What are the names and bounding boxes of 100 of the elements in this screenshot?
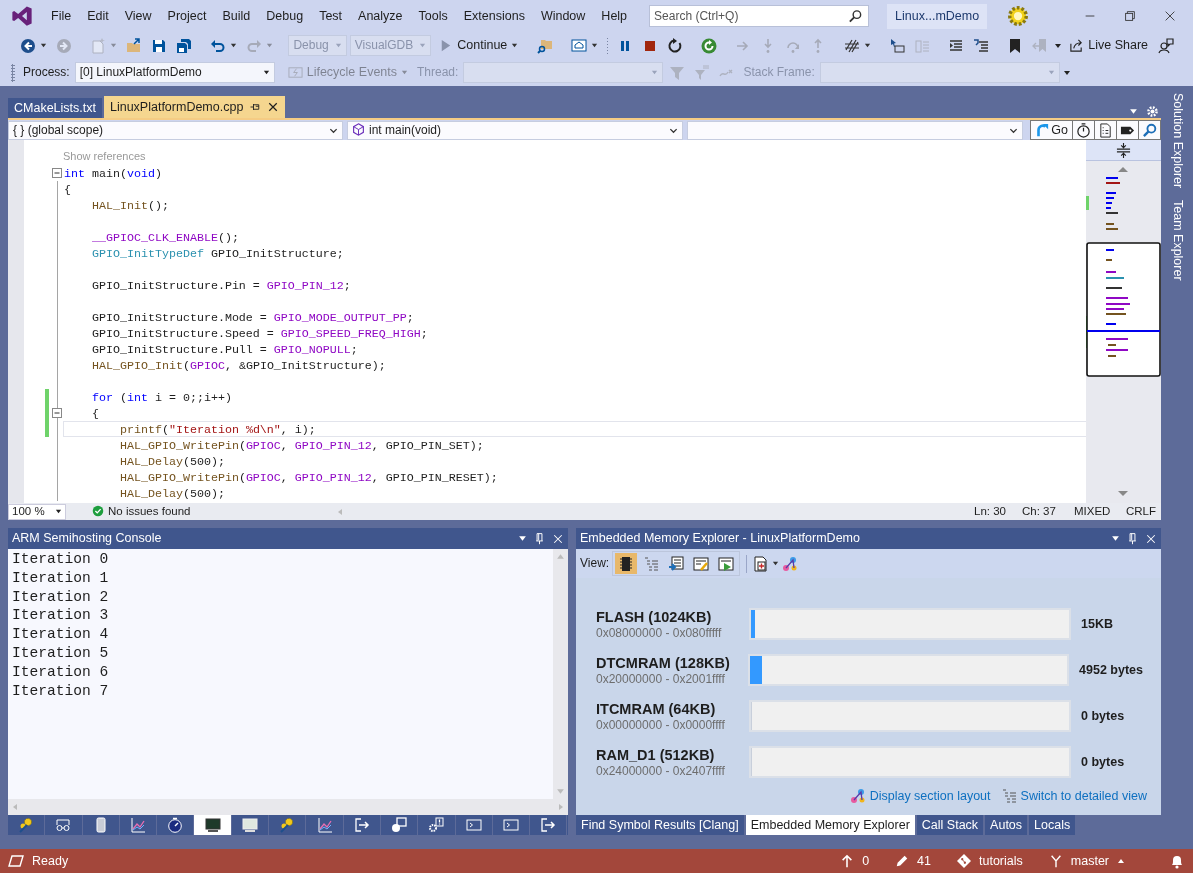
caret-icon[interactable] xyxy=(1111,534,1120,543)
view-toggle[interactable] xyxy=(615,553,638,574)
go-button[interactable]: Go xyxy=(1030,120,1073,140)
caret-icon[interactable] xyxy=(863,42,871,49)
arrow-box-icon xyxy=(353,817,370,833)
status-item[interactable]: 0 xyxy=(840,853,870,869)
gear-icon[interactable] xyxy=(1007,5,1030,27)
side-tab[interactable]: Solution Explorer xyxy=(1169,93,1185,189)
hatched-icon[interactable] xyxy=(843,37,860,54)
restart-icon[interactable] xyxy=(666,37,683,54)
section-layout-icon[interactable] xyxy=(782,555,799,572)
code-line: GPIO_InitStructure.Mode = GPIO_MODE_OUTPUT_PP; xyxy=(90,310,415,325)
save-icon[interactable] xyxy=(151,37,168,54)
issues-status[interactable]: No issues found xyxy=(108,504,191,519)
save-all-icon[interactable] xyxy=(176,37,193,54)
menu-item[interactable]: Build xyxy=(214,6,259,26)
document-tab[interactable]: LinuxPlatformDemo.cpp xyxy=(103,96,286,118)
section-layout-icon xyxy=(849,788,866,804)
splitter-icon[interactable] xyxy=(1116,142,1131,158)
search-icon[interactable] xyxy=(1142,122,1157,138)
tool-window-tab[interactable] xyxy=(194,815,232,835)
menu-item[interactable]: Help xyxy=(593,6,636,26)
caret-icon[interactable] xyxy=(40,42,48,49)
menu-item[interactable]: View xyxy=(116,6,160,26)
folder-search-icon[interactable] xyxy=(537,37,554,54)
caret-icon[interactable] xyxy=(591,42,599,49)
toolbar-button[interactable]: Continue xyxy=(434,36,523,55)
dropdown[interactable]: int main(void) xyxy=(347,120,683,140)
document-add-icon[interactable] xyxy=(753,555,770,572)
caret-icon[interactable] xyxy=(1054,41,1063,50)
shapes-icon xyxy=(391,817,408,833)
caret-icon xyxy=(55,508,62,515)
menu-item[interactable]: File xyxy=(43,6,80,26)
status-item[interactable]: master xyxy=(1048,853,1125,869)
menu-item[interactable]: Project xyxy=(159,6,215,26)
console-icon xyxy=(503,817,519,833)
link[interactable]: Display section layout xyxy=(849,788,991,804)
comment-lines-icon[interactable] xyxy=(973,37,990,54)
code-line: for (int i = 0;;i++) xyxy=(90,390,233,405)
panel-tab[interactable]: Locals xyxy=(1029,815,1076,835)
collapse-icon[interactable] xyxy=(52,408,62,418)
panel-tab[interactable]: Embedded Memory Explorer xyxy=(745,815,915,835)
gear-warning-icon xyxy=(428,817,445,833)
caret-icon[interactable] xyxy=(1062,68,1071,77)
search-icon xyxy=(848,9,864,24)
bell-icon[interactable] xyxy=(1169,853,1185,869)
console-icon xyxy=(465,817,482,833)
stopwatch-icon[interactable] xyxy=(1076,122,1091,138)
caret-icon[interactable] xyxy=(772,560,780,567)
indent-icon[interactable] xyxy=(948,37,965,54)
menu-item[interactable]: Extensions xyxy=(455,6,533,26)
search-field[interactable]: Search (Ctrl+Q) xyxy=(649,5,870,27)
scrollbar[interactable] xyxy=(553,549,568,799)
panel-tab[interactable]: Find Symbol Results [Clang] xyxy=(576,815,744,835)
status-item[interactable]: 41 xyxy=(895,853,931,869)
menu-item[interactable]: Test xyxy=(311,6,351,26)
caret-icon xyxy=(1117,857,1125,865)
caret-icon xyxy=(334,42,342,49)
grip-handle[interactable] xyxy=(607,36,608,55)
address-range: 0x08000000 - 0x080fffff xyxy=(596,625,723,640)
caret-icon[interactable] xyxy=(518,534,527,543)
close-icon[interactable] xyxy=(267,101,280,113)
list-play-icon xyxy=(718,555,735,572)
status-icon xyxy=(8,853,24,869)
folder-icon[interactable] xyxy=(126,37,143,54)
panel-tab[interactable]: Call Stack xyxy=(916,815,984,835)
monitor-icon xyxy=(204,817,221,833)
close-icon[interactable] xyxy=(1145,532,1157,545)
menu-item[interactable]: Window xyxy=(532,6,594,26)
region-name: DTCMRAM (128KB) xyxy=(596,654,731,672)
restore-icon[interactable] xyxy=(1123,9,1138,23)
pin-icon[interactable] xyxy=(533,532,546,545)
collapse-icon[interactable] xyxy=(52,168,62,178)
close-icon[interactable] xyxy=(552,532,564,545)
refresh-icon[interactable] xyxy=(700,37,717,54)
feedback-icon[interactable] xyxy=(1158,37,1174,54)
status-item[interactable]: tutorials xyxy=(957,853,1023,869)
caret-icon[interactable] xyxy=(230,42,238,49)
menu-item[interactable]: Analyze xyxy=(350,6,411,26)
caret-icon[interactable] xyxy=(1129,107,1138,116)
menu-item[interactable]: Edit xyxy=(79,6,117,26)
window-icon[interactable] xyxy=(571,37,588,54)
document-icon[interactable] xyxy=(1098,122,1113,138)
document-tab[interactable]: CMakeLists.txt xyxy=(8,98,102,118)
panel-tab[interactable]: Autos xyxy=(985,815,1028,835)
settings-icon[interactable] xyxy=(1146,105,1159,118)
grip-handle[interactable] xyxy=(11,63,15,82)
dropdown[interactable]: [0] LinuxPlatformDemo xyxy=(74,62,275,83)
menu-item[interactable]: Tools xyxy=(410,6,456,26)
dropdown[interactable]: { } (global scope) xyxy=(8,120,343,140)
toolbar-label: Thread: xyxy=(416,65,460,80)
cursor-box-icon[interactable] xyxy=(889,37,906,54)
pin-icon[interactable] xyxy=(249,101,262,113)
side-tab[interactable]: Team Explorer xyxy=(1169,200,1185,281)
scrollbar[interactable] xyxy=(8,799,568,815)
zoom-dropdown[interactable]: 100 % xyxy=(8,503,66,520)
link[interactable]: Switch to detailed view xyxy=(1000,788,1147,804)
toolbar-button[interactable]: Live Share xyxy=(1065,36,1152,55)
menu-item[interactable]: Debug xyxy=(258,6,312,26)
pin-icon[interactable] xyxy=(1126,532,1139,545)
